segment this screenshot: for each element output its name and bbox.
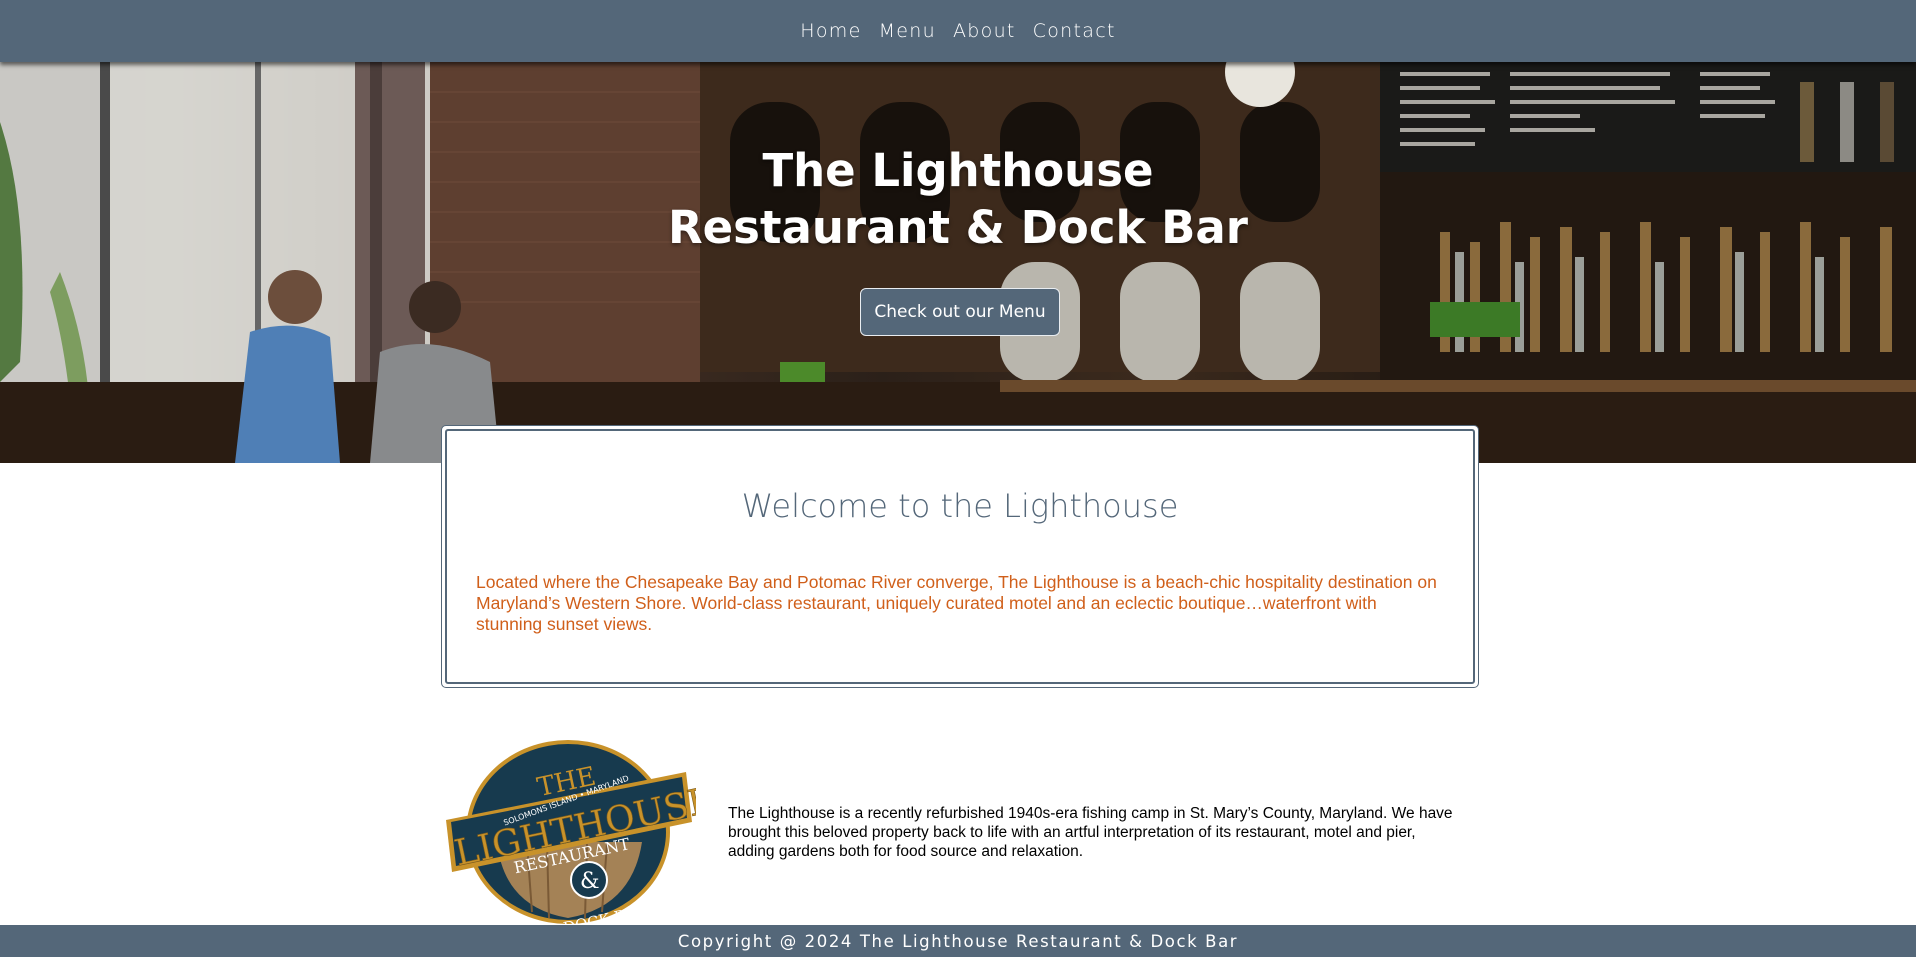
nav-link-home[interactable]: Home	[800, 20, 861, 42]
welcome-card-inner-border	[445, 429, 1475, 684]
about-description: The Lighthouse is a recently refurbished…	[728, 805, 1453, 860]
nav-link-about[interactable]: About	[953, 20, 1016, 42]
welcome-heading: Welcome to the Lighthouse	[741, 487, 1179, 525]
hero-title-line2: Restaurant & Dock Bar	[668, 201, 1248, 254]
hero-section: The Lighthouse Restaurant & Dock Bar Che…	[0, 62, 1916, 463]
site-footer: Copyright @ 2024 The Lighthouse Restaura…	[0, 925, 1916, 957]
top-navigation: Home Menu About Contact	[0, 0, 1916, 62]
hero-title: The Lighthouse Restaurant & Dock Bar	[0, 142, 1916, 256]
footer-copyright: Copyright @ 2024 The Lighthouse Restaura…	[677, 931, 1239, 951]
nav-link-menu[interactable]: Menu	[879, 20, 936, 42]
menu-cta-button[interactable]: Check out our Menu	[860, 288, 1060, 336]
lighthouse-logo: SOLOMONS ISLAND • MARYLAND THE LIGHTHOUS…	[446, 740, 696, 927]
nav-link-contact[interactable]: Contact	[1033, 20, 1116, 42]
welcome-card: Welcome to the Lighthouse Located where …	[441, 425, 1479, 688]
logo-ampersand: &	[580, 869, 600, 894]
hero-title-line1: The Lighthouse	[762, 144, 1154, 197]
hero-background-image	[0, 62, 1916, 463]
welcome-description: Located where the Chesapeake Bay and Pot…	[476, 572, 1437, 634]
